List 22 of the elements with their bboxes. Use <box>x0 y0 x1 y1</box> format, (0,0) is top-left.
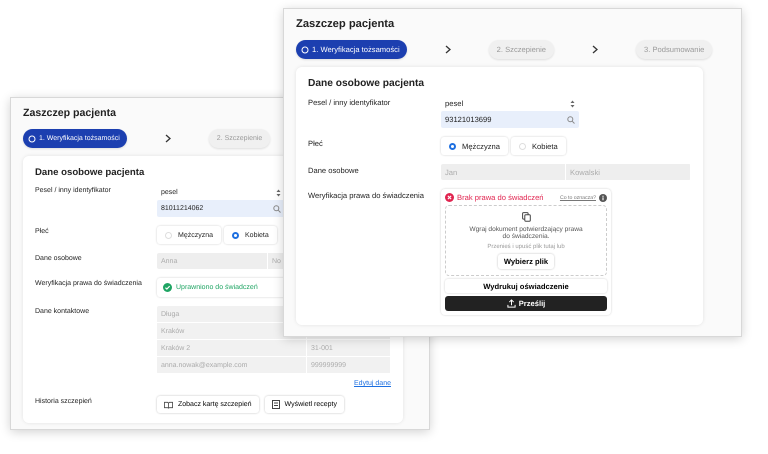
chevron-icon <box>164 134 171 143</box>
section-heading: Dane osobowe pacjenta <box>35 167 144 178</box>
circle-icon <box>301 46 309 54</box>
section-heading: Dane osobowe pacjenta <box>308 78 424 89</box>
documents-icon <box>522 212 530 222</box>
info-icon[interactable] <box>599 194 607 202</box>
page-title: Zaszczep pacjenta <box>296 18 396 30</box>
page-title: Zaszczep pacjenta <box>23 107 118 119</box>
sort-icon[interactable] <box>276 188 281 196</box>
search-icon[interactable] <box>567 116 575 124</box>
upload-icon <box>506 299 516 308</box>
chevron-icon <box>592 45 598 54</box>
sort-icon[interactable] <box>570 100 575 108</box>
receipt-icon <box>272 400 280 409</box>
error-circle-icon <box>445 193 454 202</box>
circle-icon <box>28 134 36 142</box>
chevron-icon <box>444 45 451 54</box>
search-icon[interactable] <box>273 204 281 212</box>
book-icon <box>164 400 173 408</box>
check-circle-icon <box>163 283 172 292</box>
radio-button[interactable] <box>449 142 456 150</box>
radio-button[interactable] <box>232 232 240 238</box>
